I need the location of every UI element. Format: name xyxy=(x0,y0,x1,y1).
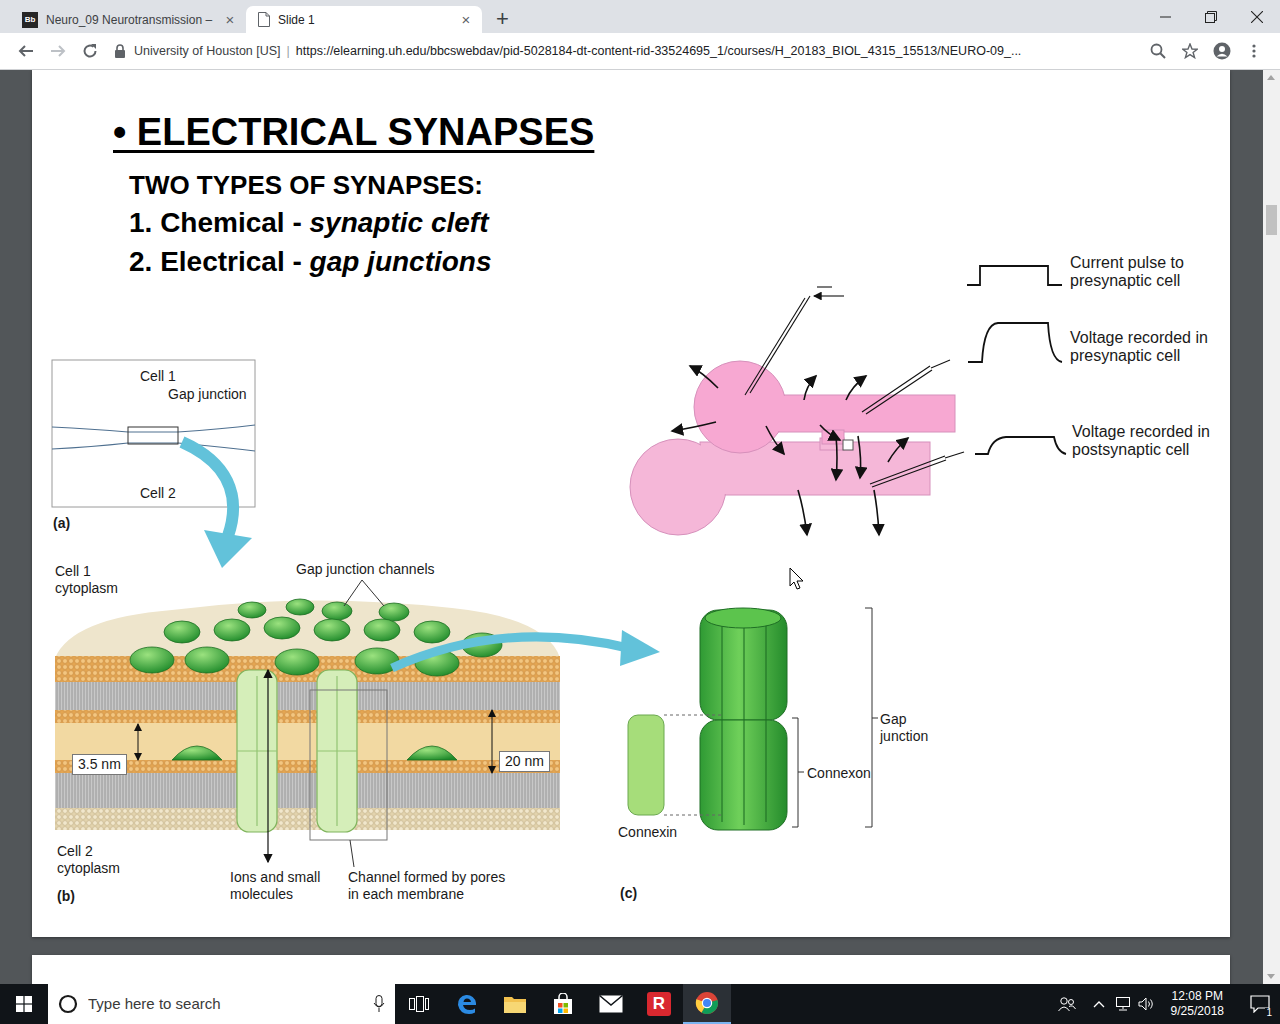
url-text[interactable]: https://elearning.uh.edu/bbcswebdav/pid-… xyxy=(296,42,1022,61)
windows-start-icon[interactable] xyxy=(0,984,48,1024)
synapse-type: 1. Chemical - synaptic cleft xyxy=(129,205,1230,240)
browser-tab[interactable]: Bb Neuro_09 Neurotransmission – × xyxy=(10,6,246,33)
new-tab-button[interactable]: + xyxy=(496,8,509,30)
scroll-up-icon[interactable] xyxy=(1267,75,1275,80)
browser-tab[interactable]: Slide 1 × xyxy=(246,6,482,33)
figure-label: Cell 1 cytoplasm xyxy=(55,563,135,597)
figure-label: 20 nm xyxy=(499,751,550,772)
figure-label: Gap junction xyxy=(168,386,247,403)
figure-tag: (c) xyxy=(620,885,637,902)
tab-label: Slide 1 xyxy=(278,11,450,29)
minimize-icon[interactable] xyxy=(1142,0,1188,33)
clock[interactable]: 12:08 PM 9/25/2018 xyxy=(1163,989,1232,1019)
figure-label: Cell 2 cytoplasm xyxy=(57,843,137,877)
menu-icon[interactable] xyxy=(1238,35,1270,67)
gap-junction-figure xyxy=(32,70,1230,937)
r-app[interactable]: R xyxy=(635,984,683,1024)
figure-tag: (a) xyxy=(53,515,70,532)
figure-label: Channel formed by pores in each membrane xyxy=(348,869,518,903)
edge-icon[interactable] xyxy=(443,984,491,1024)
file-explorer-icon[interactable] xyxy=(491,984,539,1024)
browser-toolbar: University of Houston [US] | https://ele… xyxy=(0,33,1280,70)
scroll-down-icon[interactable] xyxy=(1267,974,1275,979)
search-input[interactable] xyxy=(86,992,365,1017)
window-controls xyxy=(1142,0,1280,33)
site-identity[interactable]: University of Houston [US] xyxy=(134,42,281,61)
figure-label: Connexon xyxy=(807,765,871,782)
slide-subtitle: TWO TYPES OF SYNAPSES: xyxy=(129,170,1230,201)
figure-label: Cell 1 xyxy=(140,368,176,385)
taskbar-search[interactable] xyxy=(48,984,395,1024)
tab-list: Bb Neuro_09 Neurotransmission – × Slide 1 × xyxy=(10,6,482,33)
vertical-scrollbar[interactable] xyxy=(1263,70,1280,984)
address-bar[interactable]: University of Houston [US] | https://ele… xyxy=(114,42,1134,61)
figure-label: Gap junction xyxy=(880,711,936,745)
figure-label: Connexin xyxy=(618,824,677,841)
close-window-icon[interactable] xyxy=(1234,0,1280,33)
network-icon[interactable] xyxy=(1111,984,1135,1024)
lock-icon xyxy=(114,44,126,58)
trace-label: Current pulse to presynaptic cell xyxy=(1070,254,1210,291)
tab-close-button[interactable]: × xyxy=(222,12,238,27)
clock-time: 12:08 PM xyxy=(1171,989,1224,1004)
slide-page: • ELECTRICAL SYNAPSES TWO TYPES OF SYNAP… xyxy=(32,70,1230,937)
task-view-icon[interactable] xyxy=(395,984,443,1024)
tab-label: Neuro_09 Neurotransmission – xyxy=(46,11,214,29)
reload-icon[interactable] xyxy=(74,35,106,67)
mouse-cursor-icon xyxy=(790,568,803,589)
volume-icon[interactable] xyxy=(1135,984,1159,1024)
figure-label: 3.5 nm xyxy=(72,754,127,775)
synapse-type: 2. Electrical - gap junctions xyxy=(129,244,1230,279)
taskbar: R 12:08 PM 9/25/2018 1 xyxy=(0,984,1280,1024)
cortana-icon xyxy=(58,994,78,1014)
document-icon xyxy=(258,12,270,27)
figure-label: Ions and small molecules xyxy=(230,869,338,903)
figure-label: Gap junction channels xyxy=(296,561,435,578)
pdf-viewer: • ELECTRICAL SYNAPSES TWO TYPES OF SYNAP… xyxy=(0,70,1280,984)
profile-icon[interactable] xyxy=(1206,35,1238,67)
figure-label: Cell 2 xyxy=(140,485,176,502)
document-area: • ELECTRICAL SYNAPSES TWO TYPES OF SYNAP… xyxy=(0,70,1263,984)
chrome-icon[interactable] xyxy=(683,984,731,1024)
blackboard-favicon: Bb xyxy=(22,12,38,28)
scroll-thumb[interactable] xyxy=(1266,205,1277,235)
store-icon[interactable] xyxy=(539,984,587,1024)
action-center-icon[interactable]: 1 xyxy=(1240,984,1280,1024)
tab-close-button[interactable]: × xyxy=(458,12,474,27)
clock-date: 9/25/2018 xyxy=(1171,1004,1224,1019)
microphone-icon[interactable] xyxy=(373,995,385,1013)
next-slide-page xyxy=(32,955,1230,984)
trace-label: Voltage recorded in presynaptic cell xyxy=(1070,329,1220,366)
r-app-logo: R xyxy=(647,992,671,1016)
back-arrow-icon[interactable] xyxy=(10,35,42,67)
bookmark-star-icon[interactable] xyxy=(1174,35,1206,67)
figure-tag: (b) xyxy=(57,888,75,905)
people-icon[interactable] xyxy=(1055,984,1079,1024)
zoom-icon[interactable] xyxy=(1142,35,1174,67)
mail-icon[interactable] xyxy=(587,984,635,1024)
notification-count: 1 xyxy=(1265,1008,1273,1018)
show-hidden-icons-icon[interactable] xyxy=(1087,984,1111,1024)
tab-strip: BbNeuro_09 Neurotransmission –×Slide 1× … xyxy=(0,0,1280,33)
restore-icon[interactable] xyxy=(1188,0,1234,33)
forward-arrow-icon[interactable] xyxy=(42,35,74,67)
address-separator: | xyxy=(287,42,290,61)
trace-label: Voltage recorded in postsynaptic cell xyxy=(1072,423,1227,460)
slide-title: • ELECTRICAL SYNAPSES xyxy=(113,112,1230,154)
